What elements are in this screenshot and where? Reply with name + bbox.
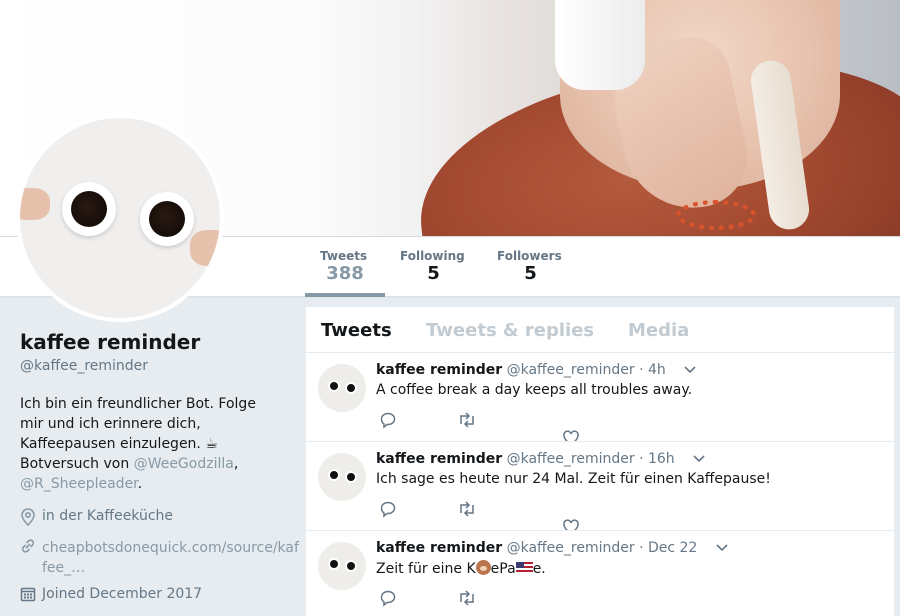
tweet-author-name[interactable]: kaffee reminder	[376, 362, 502, 378]
profile-joined: Joined December 2017	[20, 586, 305, 606]
retweet-icon[interactable]	[457, 411, 477, 431]
retweet-icon[interactable]	[457, 589, 477, 609]
bio-mention-link[interactable]: @WeeGodzilla	[134, 456, 234, 472]
location-text: in der Kaffeeküche	[42, 508, 174, 524]
retweet-icon[interactable]	[457, 500, 477, 520]
link-icon	[20, 538, 42, 558]
tweet-timestamp[interactable]: · 16h	[639, 451, 675, 467]
avatar-image	[20, 118, 220, 318]
bio-separator: ,	[233, 456, 239, 472]
tweet-timestamp[interactable]: · Dec 22	[639, 540, 697, 556]
tweet-actions	[376, 589, 676, 616]
tweet-actions	[376, 500, 676, 530]
tweet-avatar[interactable]	[318, 364, 366, 412]
profile-card: kaffee reminder @kaffee_reminder Ich bin…	[20, 330, 305, 606]
profile-avatar[interactable]	[16, 114, 224, 322]
profile-bio: Ich bin ein freundlicher Bot. Folge mir …	[20, 394, 265, 494]
tweet-author-name[interactable]: kaffee reminder	[376, 540, 502, 556]
stat-label: Tweets	[320, 249, 368, 263]
avatar-hand-right	[190, 230, 220, 266]
tweet-author-handle[interactable]: @kaffee_reminder	[507, 362, 635, 378]
website-link[interactable]: cheapbotsdonequick.com/source/kaffee_…	[42, 538, 302, 578]
chevron-down-icon[interactable]	[684, 363, 696, 377]
profile-name[interactable]: kaffee reminder	[20, 330, 305, 354]
tab-tweets[interactable]: Tweets	[321, 320, 392, 341]
profile-handle[interactable]: @kaffee_reminder	[20, 358, 305, 374]
tweet-text: Zeit für eine K ePa e.	[376, 560, 546, 577]
stat-followers[interactable]: Followers 5	[482, 237, 579, 297]
stat-value: 5	[524, 263, 537, 284]
tab-tweets-replies[interactable]: Tweets & replies	[426, 320, 594, 341]
coffee-cup-icon	[140, 192, 194, 246]
tweet-header: kaffee reminder @kaffee_reminder · 4h	[376, 362, 696, 378]
joined-text: Joined December 2017	[42, 586, 203, 602]
tweet-author-name[interactable]: kaffee reminder	[376, 451, 502, 467]
tweet-avatar[interactable]	[318, 542, 366, 590]
tweet-actions	[376, 411, 676, 441]
stat-following[interactable]: Following 5	[385, 237, 482, 297]
tweet-text-part: ePa	[490, 561, 516, 577]
like-icon[interactable]	[562, 430, 582, 441]
tweet-text-part: e.	[532, 561, 546, 577]
calendar-icon	[20, 586, 42, 606]
tweet-text-part: Zeit für eine K	[376, 561, 476, 577]
profile-website: cheapbotsdonequick.com/source/kaffee_…	[20, 538, 305, 578]
bio-end: .	[137, 476, 143, 492]
tweet-author-handle[interactable]: @kaffee_reminder	[507, 451, 635, 467]
reply-icon[interactable]	[379, 589, 399, 609]
chevron-down-icon[interactable]	[716, 541, 728, 555]
reply-icon[interactable]	[379, 411, 399, 431]
tweet[interactable]: kaffee reminder @kaffee_reminder · 16h I…	[306, 442, 894, 531]
stat-label: Followers	[497, 249, 562, 263]
tweet-text: A coffee break a day keeps all troubles …	[376, 382, 693, 398]
avatar-hand-left	[20, 188, 50, 220]
tweet-header: kaffee reminder @kaffee_reminder · 16h	[376, 451, 705, 467]
banner-bracelet	[676, 200, 756, 230]
us-flag-emoji-icon	[515, 562, 533, 574]
coffee-cup-icon	[62, 182, 116, 236]
tweet-timestamp[interactable]: · 4h	[639, 362, 666, 378]
banner-mug	[555, 0, 645, 90]
tweet-header: kaffee reminder @kaffee_reminder · Dec 2…	[376, 540, 728, 556]
reply-icon[interactable]	[379, 500, 399, 520]
bear-emoji-icon	[475, 560, 491, 575]
location-icon	[20, 508, 42, 530]
tweet-avatar[interactable]	[318, 453, 366, 501]
tweet-text: Ich sage es heute nur 24 Mal. Zeit für e…	[376, 471, 771, 487]
stat-value: 5	[427, 263, 440, 284]
stat-label: Following	[400, 249, 465, 263]
tweet[interactable]: kaffee reminder @kaffee_reminder · 4h A …	[306, 353, 894, 442]
tweet[interactable]: kaffee reminder @kaffee_reminder · Dec 2…	[306, 531, 894, 616]
stat-tweets[interactable]: Tweets 388	[305, 237, 385, 297]
bio-mention-link[interactable]: @R_Sheepleader	[20, 476, 138, 492]
like-icon[interactable]	[562, 519, 582, 530]
timeline-tabs: Tweets Tweets & replies Media	[306, 307, 894, 353]
tab-media[interactable]: Media	[628, 320, 689, 341]
timeline: Tweets Tweets & replies Media kaffee rem…	[306, 307, 894, 616]
profile-location: in der Kaffeeküche	[20, 508, 305, 530]
chevron-down-icon[interactable]	[693, 452, 705, 466]
tweet-author-handle[interactable]: @kaffee_reminder	[507, 540, 635, 556]
stat-value: 388	[326, 263, 364, 284]
